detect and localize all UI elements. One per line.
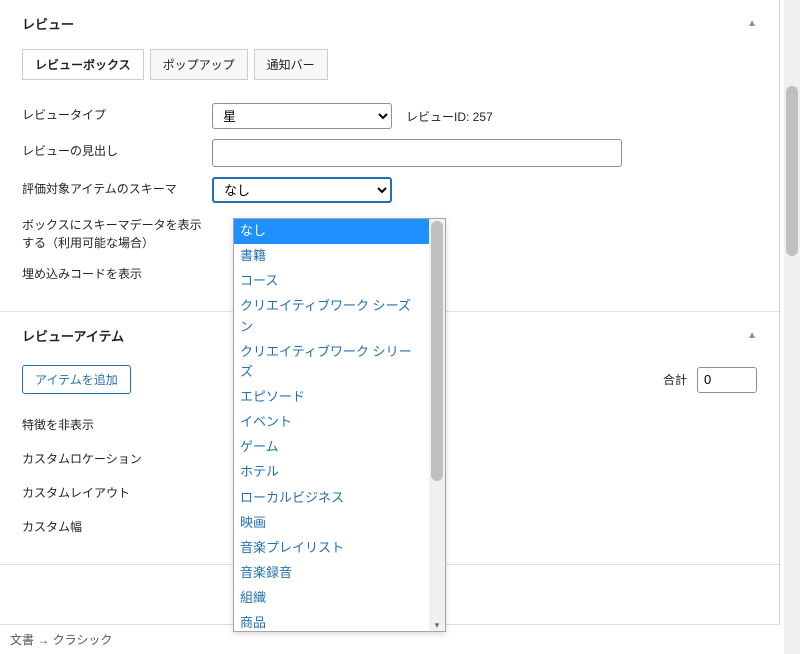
dropdown-option[interactable]: ローカルビジネス [234, 486, 429, 511]
select-review-type[interactable]: 星 [212, 103, 392, 129]
total-input[interactable] [697, 367, 757, 393]
label-custom-location: カスタムロケーション [22, 447, 212, 468]
tab-popup[interactable]: ポップアップ [150, 49, 248, 80]
tab-notification-bar[interactable]: 通知バー [254, 49, 328, 80]
page-scrollbar[interactable] [784, 0, 800, 654]
dropdown-option[interactable]: ゲーム [234, 435, 429, 460]
label-show-schema-data: ボックスにスキーマデータを表示する（利用可能な場合） [22, 213, 212, 252]
tab-review-box[interactable]: レビューボックス [22, 49, 144, 80]
label-hide-features: 特徴を非表示 [22, 413, 212, 434]
dropdown-option[interactable]: 商品 [234, 611, 429, 631]
schema-dropdown[interactable]: なし書籍コースクリエイティブワーク シーズンクリエイティブワーク シリーズエピソ… [233, 218, 446, 632]
review-id-text: レビューID: 257 [406, 108, 493, 125]
collapse-icon: ▲ [747, 18, 757, 29]
label-review-type: レビュータイプ [22, 103, 212, 124]
dropdown-option[interactable]: クリエイティブワーク シリーズ [234, 340, 429, 385]
input-review-heading[interactable] [212, 139, 622, 167]
dropdown-option[interactable]: 音楽プレイリスト [234, 536, 429, 561]
label-schema: 評価対象アイテムのスキーマ [22, 177, 212, 198]
label-custom-layout: カスタムレイアウト [22, 481, 212, 502]
select-schema[interactable]: なし [212, 177, 392, 203]
dropdown-option[interactable]: エピソード [234, 385, 429, 410]
dropdown-option[interactable]: なし [234, 219, 429, 244]
dropdown-option[interactable]: 音楽録音 [234, 561, 429, 586]
add-item-button[interactable]: アイテムを追加 [22, 365, 131, 394]
dropdown-option[interactable]: クリエイティブワーク シーズン [234, 294, 429, 339]
dropdown-option[interactable]: 書籍 [234, 244, 429, 269]
section-header-review[interactable]: レビュー ▲ [0, 0, 779, 47]
total-label: 合計 [663, 371, 687, 388]
dropdown-option[interactable]: コース [234, 269, 429, 294]
section-title: レビューアイテム [22, 326, 124, 345]
dropdown-option[interactable]: ホテル [234, 460, 429, 485]
dropdown-scrollbar[interactable]: ▴ ▾ [429, 219, 445, 631]
label-custom-width: カスタム幅 [22, 515, 212, 536]
collapse-icon: ▲ [747, 330, 757, 341]
section-title: レビュー [22, 14, 74, 33]
dropdown-option[interactable]: 組織 [234, 586, 429, 611]
dropdown-option[interactable]: 映画 [234, 511, 429, 536]
label-review-heading: レビューの見出し [22, 139, 212, 160]
dropdown-option[interactable]: イベント [234, 410, 429, 435]
label-embed-code: 埋め込みコードを表示 [22, 262, 212, 283]
